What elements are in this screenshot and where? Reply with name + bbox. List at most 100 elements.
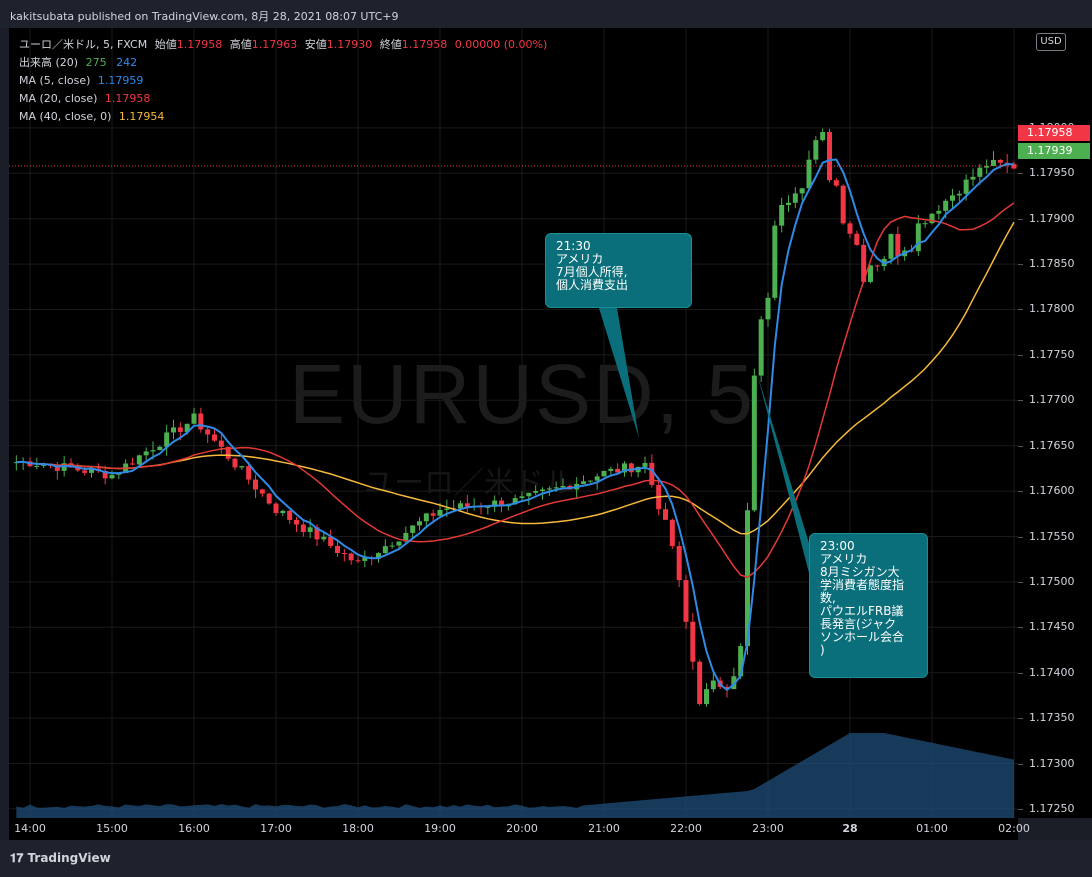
candle-body — [382, 546, 388, 554]
candle-body — [280, 510, 286, 514]
candle-body — [840, 185, 846, 224]
candle-body — [642, 462, 648, 467]
price-tick-label: 1.17450 — [1029, 620, 1075, 634]
candle-body — [82, 470, 88, 473]
candle-body — [410, 525, 416, 533]
publish-header: kakitsubata published on TradingView.com… — [0, 0, 1092, 28]
candle-body — [799, 188, 805, 194]
candle-body — [205, 429, 211, 435]
candlestick-chart[interactable] — [9, 28, 1018, 818]
candle-body — [198, 413, 204, 430]
candle-body — [710, 680, 716, 690]
time-tick-label: 15:00 — [96, 822, 128, 835]
candle-body — [396, 541, 402, 546]
price-tick-label: 1.17350 — [1029, 711, 1075, 725]
candle-body — [854, 233, 860, 245]
price-tick-mark — [1018, 445, 1023, 447]
legend-close-key: 終値 — [379, 38, 402, 51]
price-tick-label: 1.17400 — [1029, 665, 1075, 679]
legend-ma5-value: 1.17959 — [97, 74, 144, 87]
price-tick-label: 1.17750 — [1029, 347, 1075, 361]
time-tick-label: 17:00 — [260, 822, 292, 835]
price-tick-label: 1.17900 — [1029, 211, 1075, 225]
annotation-2300[interactable]: 23:00 アメリカ 8月ミシガン大 学消費者態度指 数, パウエルFRB議 長… — [809, 533, 928, 678]
candle-body — [273, 503, 279, 514]
legend-volume-row[interactable]: 出来高 (20) 275 242 — [19, 54, 547, 72]
candle-body — [232, 458, 238, 468]
annotation-2130[interactable]: 21:30 アメリカ 7月個人所得, 個人消費支出 — [545, 233, 692, 308]
candle-body — [581, 481, 586, 484]
candle-body — [130, 463, 135, 465]
candle-body — [157, 446, 163, 451]
candle-body — [594, 476, 600, 481]
price-tick-mark — [1018, 354, 1023, 356]
price-tick-mark — [1018, 536, 1023, 538]
candle-body — [444, 508, 450, 510]
candle-body — [601, 470, 607, 477]
price-tick-mark — [1018, 309, 1023, 311]
chart-pane[interactable]: EURUSD, 5 ユーロ／米ドル ユーロ／米ドル, 5, FXCM 始値1.1… — [9, 28, 1018, 818]
legend-ma40-label: MA (40, close, 0) — [19, 110, 112, 123]
candle-body — [772, 225, 778, 298]
legend-ma5-label: MA (5, close) — [19, 74, 91, 87]
candle-body — [758, 319, 764, 376]
time-tick-label: 20:00 — [506, 822, 538, 835]
legend-volume-value: 275 — [85, 56, 107, 69]
time-tick-label: 02:00 — [998, 822, 1030, 835]
candle-body — [321, 536, 327, 540]
legend-symbol-row[interactable]: ユーロ／米ドル, 5, FXCM 始値1.17958 高値1.17963 安値1… — [19, 36, 547, 54]
candle-body — [437, 509, 443, 516]
legend-high-key: 高値 — [229, 38, 252, 51]
candle-body — [963, 179, 969, 194]
candle-body — [751, 375, 757, 511]
volume-ma-area — [16, 733, 1015, 818]
candle-body — [348, 553, 354, 561]
candle-body — [950, 195, 955, 201]
annotation-2130-pointer — [599, 308, 639, 438]
ma5-price-label: 1.17939 — [1018, 143, 1090, 159]
tradingview-logo[interactable]: 𝟏𝟕 TradingView — [10, 851, 111, 866]
price-tick-mark — [1018, 672, 1023, 674]
candle-body — [970, 176, 976, 180]
candle-body — [820, 132, 826, 141]
candle-body — [956, 193, 962, 196]
time-tick-label: 16:00 — [178, 822, 210, 835]
candle-body — [888, 234, 894, 259]
candle-body — [676, 546, 682, 581]
candle-body — [246, 466, 252, 480]
candle-body — [136, 455, 142, 465]
candle-body — [287, 510, 293, 520]
currency-button[interactable]: USD — [1036, 33, 1066, 51]
price-tick-label: 1.17800 — [1029, 302, 1075, 316]
candle-body — [341, 553, 347, 555]
candle-body — [259, 489, 265, 494]
candle-body — [389, 545, 395, 547]
candle-body — [977, 167, 983, 177]
price-tick-mark — [1018, 264, 1023, 266]
time-tick-label: 28 — [842, 822, 858, 835]
price-tick-label: 1.17650 — [1029, 438, 1075, 452]
legend-low-key: 安値 — [304, 38, 327, 51]
candle-body — [307, 527, 313, 533]
candle-body — [792, 193, 798, 203]
legend-ma40-row[interactable]: MA (40, close, 0) 1.17954 — [19, 108, 547, 126]
chart-legend: ユーロ／米ドル, 5, FXCM 始値1.17958 高値1.17963 安値1… — [19, 36, 547, 126]
candle-body — [218, 440, 224, 447]
legend-symbol: ユーロ／米ドル, 5, FXCM — [19, 38, 148, 51]
candle-body — [929, 213, 935, 224]
legend-ma20-row[interactable]: MA (20, close) 1.17958 — [19, 90, 547, 108]
candle-body — [34, 465, 40, 467]
candle-body — [895, 234, 901, 257]
price-tick-mark — [1018, 581, 1023, 583]
price-tick-label: 1.17550 — [1029, 529, 1075, 543]
candle-body — [697, 661, 703, 705]
price-tick-label: 1.17600 — [1029, 484, 1075, 498]
time-axis[interactable]: 14:00 15:00 16:00 17:00 18:00 19:00 20:00 21:00… — [9, 818, 1030, 840]
candle-body — [779, 204, 785, 226]
legend-ma5-row[interactable]: MA (5, close) 1.17959 — [19, 72, 547, 90]
candle-body — [669, 519, 675, 547]
candle-body — [355, 560, 361, 562]
price-tick-label: 1.17850 — [1029, 257, 1075, 271]
candle-body — [813, 140, 819, 160]
tradingview-brand: TradingView — [27, 851, 111, 865]
